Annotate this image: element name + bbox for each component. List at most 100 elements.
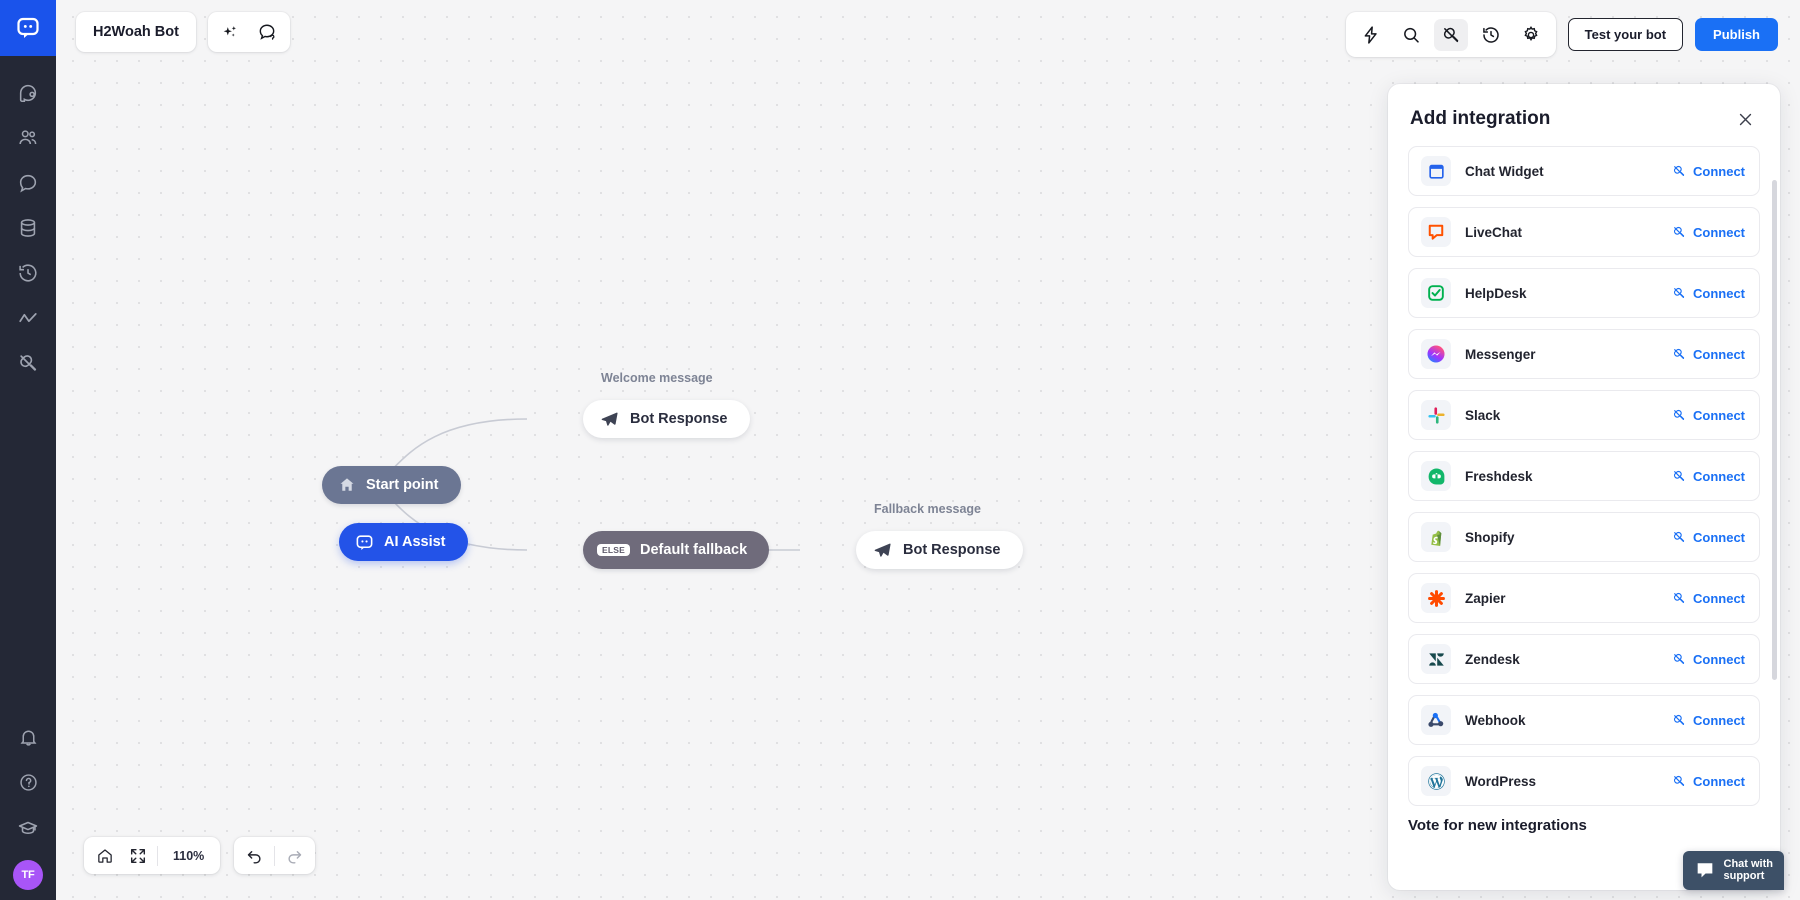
app-logo[interactable] (0, 0, 56, 56)
connect-label: Connect (1693, 652, 1745, 667)
sidebar-item-knowledge[interactable] (0, 205, 56, 250)
chat-with-support-widget[interactable]: Chat with support (1683, 851, 1785, 890)
list-item[interactable]: Zendesk Connect (1408, 634, 1760, 684)
node-welcome-bot-response[interactable]: Bot Response (583, 400, 750, 438)
ai-sparkles-button[interactable] (214, 16, 248, 48)
search-button[interactable] (1394, 19, 1428, 51)
freshdesk-logo (1421, 461, 1451, 491)
panel-scrollbar[interactable] (1772, 180, 1777, 680)
sidebar-item-help[interactable] (0, 760, 56, 805)
list-item[interactable]: Messenger Connect (1408, 329, 1760, 379)
history-button[interactable] (1474, 19, 1508, 51)
chatbot-logo-icon (16, 16, 40, 40)
node-fallback-bot-response[interactable]: Bot Response (856, 531, 1023, 569)
shopify-logo (1421, 522, 1451, 552)
panel-title: Add integration (1410, 108, 1550, 130)
plug-icon (1672, 591, 1686, 605)
integrations-button[interactable] (1434, 19, 1468, 51)
list-item[interactable]: Freshdesk Connect (1408, 451, 1760, 501)
list-item[interactable]: WordPress Connect (1408, 756, 1760, 806)
test-your-bot-button[interactable]: Test your bot (1568, 18, 1683, 51)
helpdesk-icon (1426, 283, 1446, 303)
bot-name-pill[interactable]: H2Woah Bot (76, 12, 196, 52)
sidebar-item-analytics[interactable] (0, 295, 56, 340)
connect-label: Connect (1693, 530, 1745, 545)
connect-button[interactable]: Connect (1672, 347, 1745, 362)
connect-button[interactable]: Connect (1672, 652, 1745, 667)
connect-button[interactable]: Connect (1672, 164, 1745, 179)
connect-button[interactable]: Connect (1672, 286, 1745, 301)
quick-actions-button[interactable] (1354, 19, 1388, 51)
line-chart-icon (17, 307, 39, 329)
left-nav-rail: TF (0, 0, 56, 900)
plug-icon (1672, 225, 1686, 239)
sidebar-item-users[interactable] (0, 115, 56, 160)
add-integration-panel: Add integration Chat Widget (1388, 84, 1780, 890)
send-plane-icon (873, 541, 892, 560)
connect-button[interactable]: Connect (1672, 469, 1745, 484)
topbar-right: Test your bot Publish (1346, 12, 1778, 57)
list-item[interactable]: Slack Connect (1408, 390, 1760, 440)
bell-icon (18, 727, 39, 748)
node-ai-assist-label: AI Assist (384, 534, 446, 550)
zoom-level-value[interactable]: 110% (161, 849, 216, 863)
integration-name: HelpDesk (1465, 286, 1672, 301)
redo-button[interactable] (278, 840, 311, 871)
list-item[interactable]: Zapier Connect (1408, 573, 1760, 623)
list-item[interactable]: HelpDesk Connect (1408, 268, 1760, 318)
plug-icon (1672, 713, 1686, 727)
publish-button[interactable]: Publish (1695, 18, 1778, 51)
settings-button[interactable] (1514, 19, 1548, 51)
plug-icon (1672, 774, 1686, 788)
zapier-icon (1426, 588, 1447, 609)
gear-icon (1521, 25, 1541, 45)
sidebar-item-chats[interactable] (0, 160, 56, 205)
connect-button[interactable]: Connect (1672, 530, 1745, 545)
undo-button[interactable] (238, 840, 271, 871)
connect-button[interactable]: Connect (1672, 225, 1745, 240)
node-start-point[interactable]: Start point (322, 466, 461, 504)
fit-screen-icon (129, 847, 147, 865)
connect-button[interactable]: Connect (1672, 774, 1745, 789)
zapier-logo (1421, 583, 1451, 613)
connect-button[interactable]: Connect (1672, 713, 1745, 728)
connect-button[interactable]: Connect (1672, 408, 1745, 423)
list-item[interactable]: Shopify Connect (1408, 512, 1760, 562)
close-panel-button[interactable] (1732, 106, 1758, 132)
integration-name: Messenger (1465, 347, 1672, 362)
zendesk-logo (1421, 644, 1451, 674)
fit-to-screen-button[interactable] (121, 840, 154, 871)
connect-label: Connect (1693, 713, 1745, 728)
zendesk-icon (1427, 650, 1446, 669)
avatar[interactable]: TF (13, 860, 43, 890)
sidebar-item-integrations[interactable] (0, 340, 56, 385)
freshdesk-icon (1426, 466, 1447, 487)
headset-gear-icon (17, 82, 39, 104)
control-divider (274, 846, 275, 866)
node-ai-assist[interactable]: AI Assist (339, 523, 468, 561)
fallback-message-label: Fallback message (874, 502, 981, 516)
sidebar-item-chatbot[interactable] (0, 70, 56, 115)
rail-bottom-items: TF (0, 715, 56, 900)
help-chat-button[interactable] (250, 16, 284, 48)
integration-name: Webhook (1465, 713, 1672, 728)
messenger-logo (1421, 339, 1451, 369)
list-item[interactable]: LiveChat Connect (1408, 207, 1760, 257)
sparkles-icon (221, 23, 240, 42)
plug-icon (17, 352, 39, 374)
connect-button[interactable]: Connect (1672, 591, 1745, 606)
app-root: TF Welcome message Fallback message Star… (0, 0, 1800, 900)
list-item[interactable]: Webhook Connect (1408, 695, 1760, 745)
integration-name: WordPress (1465, 774, 1672, 789)
sidebar-item-academy[interactable] (0, 805, 56, 850)
node-default-fallback[interactable]: ELSE Default fallback (583, 531, 769, 569)
sidebar-item-notifications[interactable] (0, 715, 56, 760)
reset-view-button[interactable] (88, 840, 121, 871)
support-line-2: support (1724, 870, 1774, 883)
node-default-fallback-label: Default fallback (640, 542, 747, 558)
sidebar-item-history[interactable] (0, 250, 56, 295)
list-item[interactable]: Chat Widget Connect (1408, 146, 1760, 196)
integration-list[interactable]: Chat Widget Connect LiveChat (1388, 146, 1780, 888)
integration-name: Freshdesk (1465, 469, 1672, 484)
chat-widget-logo (1421, 156, 1451, 186)
